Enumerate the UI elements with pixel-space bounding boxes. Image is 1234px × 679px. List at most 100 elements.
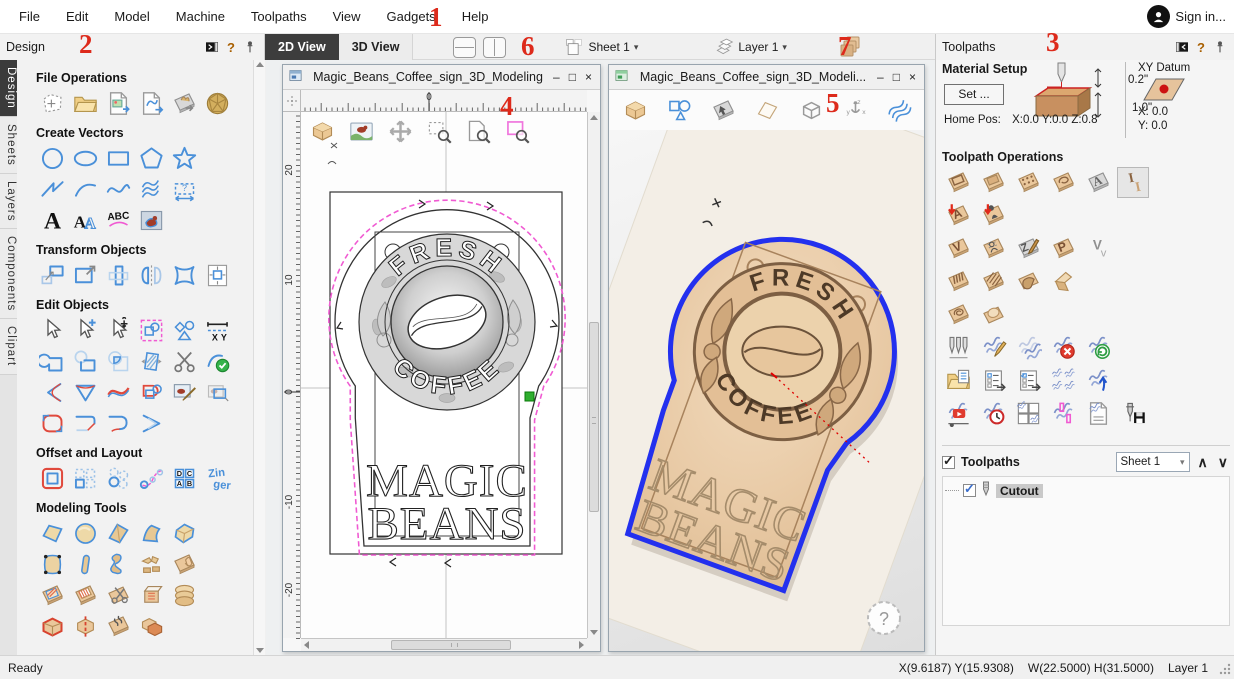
- origin-axes-icon[interactable]: yxz: [839, 94, 871, 126]
- close-button[interactable]: ×: [585, 70, 592, 84]
- scroll-thumb[interactable]: [589, 322, 599, 512]
- trim-vectors-icon[interactable]: [168, 346, 201, 377]
- smooth-model-icon[interactable]: [135, 580, 168, 611]
- draw-polygon-icon[interactable]: [135, 143, 168, 174]
- distort-icon[interactable]: [168, 260, 201, 291]
- minimize-button[interactable]: –: [877, 70, 884, 84]
- tile-toolpaths-icon[interactable]: [1012, 398, 1044, 429]
- handle-shape-icon[interactable]: [69, 549, 102, 580]
- sketch-lines-icon[interactable]: [135, 174, 168, 205]
- sheet-selector[interactable]: Sheet 1 ▾: [564, 37, 638, 57]
- align-icon[interactable]: [201, 260, 234, 291]
- menu-help[interactable]: Help: [449, 4, 502, 29]
- scroll-thumb[interactable]: [391, 640, 511, 650]
- moulding-icon[interactable]: [102, 549, 135, 580]
- duplicate-toolpath-icon[interactable]: [1012, 332, 1044, 363]
- 2d-vertical-scrollbar[interactable]: [587, 112, 600, 638]
- sharpen-corners-icon[interactable]: [135, 408, 168, 439]
- prism-text-toolpath-icon[interactable]: P: [1047, 233, 1079, 264]
- circular-array-icon[interactable]: [102, 463, 135, 494]
- fade-picture-icon[interactable]: [201, 377, 234, 408]
- text-block-icon[interactable]: AA: [69, 205, 102, 236]
- menu-toolpaths[interactable]: Toolpaths: [238, 4, 320, 29]
- zoom-box-icon[interactable]: [424, 116, 454, 146]
- vcarve-toolpath-icon[interactable]: V: [942, 233, 974, 264]
- design-panel-scrollbar[interactable]: [253, 60, 265, 655]
- draw-arc-icon[interactable]: [69, 174, 102, 205]
- bake-model-icon[interactable]: [102, 611, 135, 642]
- merge-toolpaths-icon[interactable]: [1047, 365, 1079, 396]
- texture-area-icon[interactable]: [36, 580, 69, 611]
- help-icon[interactable]: ?: [227, 40, 235, 55]
- measure-tool-icon[interactable]: XY: [201, 315, 234, 346]
- resize-grip[interactable]: [587, 638, 600, 651]
- resize-grip[interactable]: [1219, 663, 1231, 675]
- zoom-extents-icon[interactable]: [463, 116, 493, 146]
- create-shape-icon[interactable]: [36, 518, 69, 549]
- draw-star-icon[interactable]: [168, 143, 201, 174]
- round-corners-icon[interactable]: [36, 408, 69, 439]
- transform-tool-icon[interactable]: [102, 315, 135, 346]
- trim-model-icon[interactable]: [102, 580, 135, 611]
- toolpath-list-item[interactable]: Cutout: [945, 481, 1227, 500]
- fluting-toolpath-icon[interactable]: [977, 200, 1009, 231]
- save-template-icon[interactable]: [977, 365, 1009, 396]
- round-ends-icon[interactable]: [102, 408, 135, 439]
- roughing-toolpath-icon[interactable]: [942, 266, 974, 297]
- fit-curve-icon[interactable]: [102, 377, 135, 408]
- zoom-selected-icon[interactable]: [502, 116, 532, 146]
- job-setup-icon[interactable]: [36, 88, 69, 119]
- two-rail-sweep-icon[interactable]: [102, 518, 135, 549]
- rotate-icon[interactable]: [102, 260, 135, 291]
- ungroup-icon[interactable]: [168, 315, 201, 346]
- minimize-button[interactable]: –: [553, 70, 560, 84]
- toolpath-sheet-select[interactable]: Sheet 1 ▾: [1116, 452, 1190, 472]
- export-vectors-icon[interactable]: [135, 88, 168, 119]
- move-toolpath-up-button[interactable]: ∧: [1196, 454, 1210, 471]
- emboss-rails-icon[interactable]: [36, 549, 69, 580]
- extrude-shape-icon[interactable]: [135, 518, 168, 549]
- side-tab-clipart[interactable]: Clipart: [0, 319, 17, 374]
- save-toolpaths-icon[interactable]: [1117, 398, 1149, 429]
- pocket-toolpath-icon[interactable]: [977, 167, 1009, 198]
- toolpath-summary-icon[interactable]: [1082, 398, 1114, 429]
- move-icon[interactable]: [36, 260, 69, 291]
- close-button[interactable]: ×: [909, 70, 916, 84]
- prism-carve-toolpath-icon[interactable]: A: [942, 200, 974, 231]
- scroll-up-icon[interactable]: [256, 62, 264, 67]
- tab-2d-view[interactable]: 2D View: [265, 34, 339, 60]
- image-trace-icon[interactable]: [135, 205, 168, 236]
- import-image-icon[interactable]: [102, 88, 135, 119]
- 2d-canvas[interactable]: FRESH COFFEE MAGIC BEANS: [301, 112, 587, 638]
- engrave-text-toolpath-icon[interactable]: A: [1082, 167, 1114, 198]
- copy-along-curve-icon[interactable]: [135, 463, 168, 494]
- unwrap-model-icon[interactable]: [135, 549, 168, 580]
- cut3d-toolpath-icon[interactable]: [1012, 266, 1044, 297]
- highlight-toolpath-icon[interactable]: [1047, 398, 1079, 429]
- drilling-toolpath-icon[interactable]: [1012, 167, 1044, 198]
- background-image-icon[interactable]: [346, 116, 376, 146]
- emboss-toolpath-icon[interactable]: [977, 299, 1009, 330]
- flip-machining-toolpath-icon[interactable]: [1047, 266, 1079, 297]
- blend-models-icon[interactable]: [135, 611, 168, 642]
- tool-database-icon[interactable]: [942, 332, 974, 363]
- vector-offset-icon[interactable]: [135, 377, 168, 408]
- quick-engrave-toolpath-icon[interactable]: [1047, 167, 1079, 198]
- multi-view-icon[interactable]: [883, 94, 915, 126]
- maximize-button[interactable]: □: [893, 70, 900, 84]
- material-plane-icon[interactable]: [751, 94, 783, 126]
- slice-model-icon[interactable]: [69, 611, 102, 642]
- split-horizontal-icon[interactable]: [453, 37, 476, 58]
- vector-fill-icon[interactable]: [135, 346, 168, 377]
- move-toolpath-down-button[interactable]: ∨: [1216, 454, 1230, 471]
- node-edit-tool-icon[interactable]: [69, 315, 102, 346]
- box-select-icon[interactable]: [135, 315, 168, 346]
- material-sheets-icon[interactable]: [839, 34, 863, 61]
- vcarve-text-toolpath-icon[interactable]: Vv: [1082, 233, 1114, 264]
- sculpt-icon[interactable]: [168, 549, 201, 580]
- delete-toolpath-icon[interactable]: [1047, 332, 1079, 363]
- mirror-icon[interactable]: [135, 260, 168, 291]
- draw-polyline-icon[interactable]: [36, 174, 69, 205]
- pan-view-icon[interactable]: [385, 116, 415, 146]
- side-tab-design[interactable]: Design: [0, 60, 17, 117]
